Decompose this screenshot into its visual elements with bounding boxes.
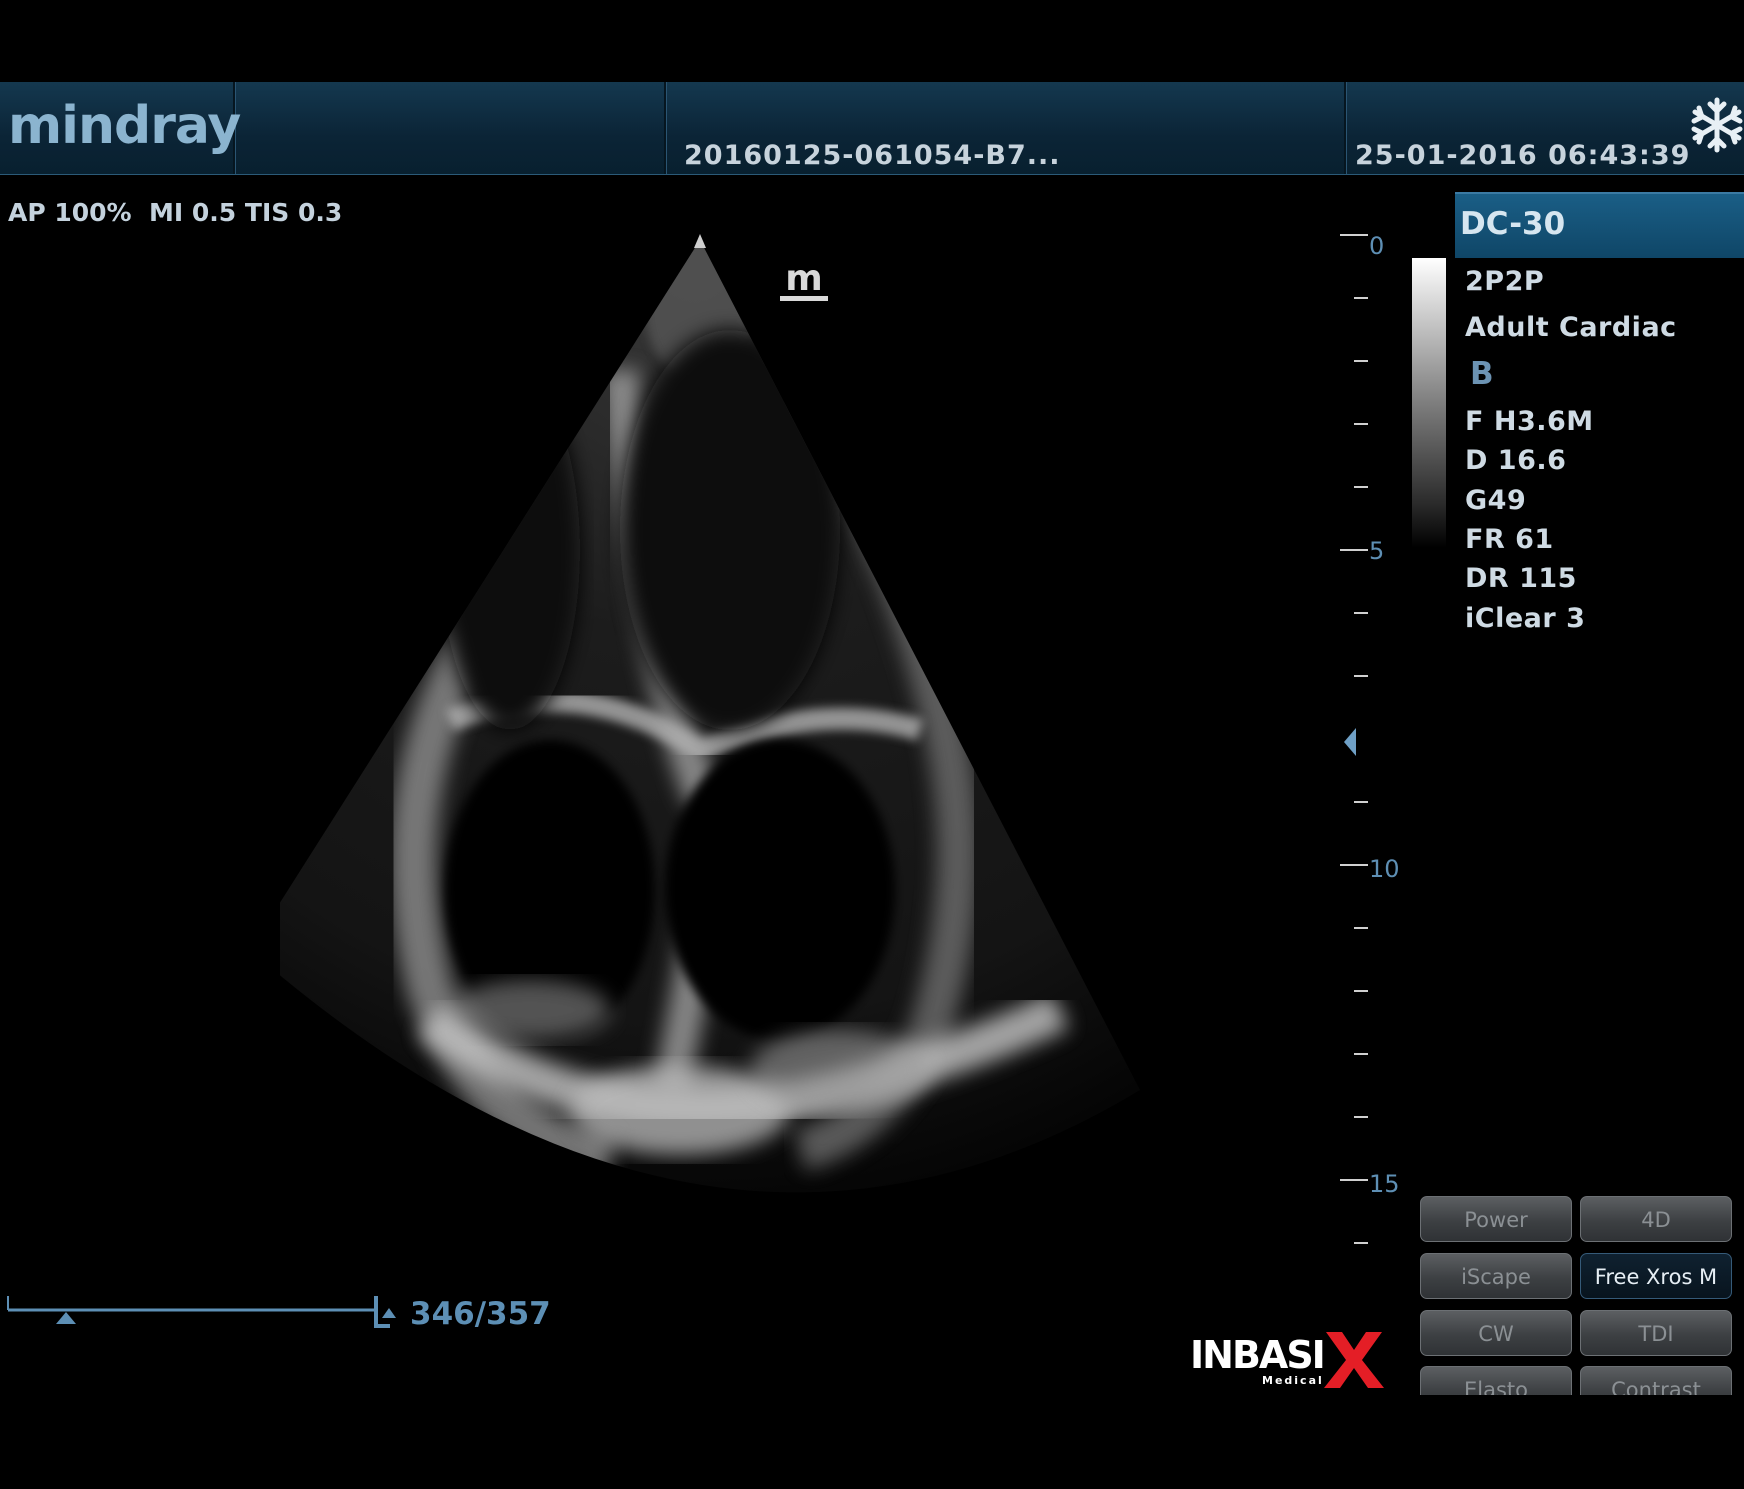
tdi-button[interactable]: TDI bbox=[1580, 1310, 1732, 1356]
free-xros-m-button[interactable]: Free Xros M bbox=[1580, 1253, 1732, 1299]
grayscale-bar bbox=[1412, 258, 1446, 548]
iclear-value: iClear 3 bbox=[1465, 603, 1586, 634]
cine-slider[interactable] bbox=[4, 1290, 414, 1336]
header-divider bbox=[664, 82, 666, 174]
cine-frame-counter: 346/357 bbox=[410, 1296, 551, 1332]
depth-label: 0 bbox=[1369, 232, 1385, 260]
svg-text:m: m bbox=[785, 258, 823, 299]
svg-text:Medical: Medical bbox=[1262, 1374, 1324, 1387]
snowflake-icon[interactable] bbox=[1688, 96, 1744, 154]
depth-label: 5 bbox=[1369, 537, 1385, 565]
frequency-value: F H3.6M bbox=[1465, 406, 1594, 437]
acoustic-output-readout: AP 100% MI 0.5 TIS 0.3 bbox=[8, 198, 343, 227]
4d-button[interactable]: 4D bbox=[1580, 1196, 1732, 1242]
depth-value: D 16.6 bbox=[1465, 445, 1567, 476]
svg-text:INBASI: INBASI bbox=[1190, 1333, 1324, 1377]
dynamic-range-value: DR 115 bbox=[1465, 563, 1577, 594]
frame-rate-value: FR 61 bbox=[1465, 524, 1554, 555]
depth-label: 10 bbox=[1369, 855, 1400, 883]
depth-scale bbox=[1340, 234, 1368, 1244]
iscape-button[interactable]: iScape bbox=[1420, 1253, 1572, 1299]
inbasix-watermark-logo: INBASI Medical bbox=[1190, 1332, 1384, 1388]
triangle-left-icon bbox=[1344, 728, 1356, 756]
probe-name: DC-30 bbox=[1460, 206, 1566, 242]
exam-type: Adult Cardiac bbox=[1465, 312, 1677, 343]
cine-start-marker-icon bbox=[56, 1312, 76, 1324]
imaging-mode: B bbox=[1470, 356, 1495, 392]
exam-id: 20160125-061054-B7... bbox=[684, 140, 1061, 171]
orientation-marker: m bbox=[780, 258, 828, 301]
preset-code: 2P2P bbox=[1465, 266, 1545, 297]
ultrasound-sector-image bbox=[280, 234, 1140, 1193]
depth-label: 15 bbox=[1369, 1170, 1400, 1198]
power-button[interactable]: Power bbox=[1420, 1196, 1572, 1242]
gain-value: G49 bbox=[1465, 485, 1527, 516]
header-divider bbox=[1344, 82, 1346, 174]
brand-logo: mindray bbox=[8, 96, 241, 156]
exam-datetime: 25-01-2016 06:43:39 bbox=[1355, 140, 1691, 171]
button-bar-mask bbox=[1410, 1395, 1744, 1489]
cw-button[interactable]: CW bbox=[1420, 1310, 1572, 1356]
